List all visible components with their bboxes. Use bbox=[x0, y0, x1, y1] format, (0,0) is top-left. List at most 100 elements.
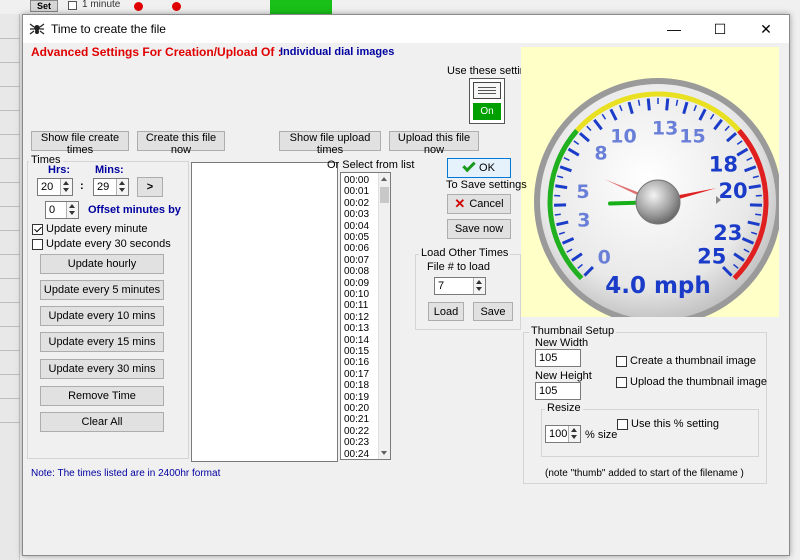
update-every-minute-checkbox[interactable] bbox=[32, 224, 43, 235]
minutes-stepper[interactable]: 29 bbox=[93, 178, 129, 196]
minutes-value: 29 bbox=[97, 181, 110, 193]
show-create-times-button[interactable]: Show file create times bbox=[31, 131, 129, 156]
thumbnail-note: (note "thumb" added to start of the file… bbox=[545, 468, 744, 479]
gauge-readout: 4.0 mph bbox=[605, 273, 711, 299]
list-item[interactable]: 00:24 bbox=[344, 449, 369, 459]
hrs-label: Hrs: bbox=[48, 164, 71, 176]
maximize-button[interactable]: ☐ bbox=[697, 15, 743, 43]
show-upload-times-button[interactable]: Show file upload times bbox=[279, 131, 381, 156]
window-title: Time to create the file bbox=[51, 22, 166, 36]
list-item[interactable]: 00:16 bbox=[344, 357, 369, 368]
add-time-button[interactable]: > bbox=[137, 177, 163, 197]
gauge-tick-label: 0 bbox=[598, 247, 611, 269]
file-number-value: 7 bbox=[438, 280, 445, 292]
save-button[interactable]: Save bbox=[473, 302, 513, 321]
list-item[interactable]: 00:04 bbox=[344, 221, 369, 232]
list-item[interactable]: 00:20 bbox=[344, 403, 369, 414]
load-other-times-title: Load Other Times bbox=[419, 247, 511, 259]
use-settings-toggle[interactable]: On bbox=[469, 78, 505, 124]
new-height-label: New Height bbox=[535, 370, 592, 382]
upload-thumbnail-checkbox[interactable] bbox=[616, 377, 627, 388]
list-item[interactable]: 00:18 bbox=[344, 380, 369, 391]
ok-button[interactable]: OK bbox=[447, 158, 511, 178]
list-item[interactable]: 00:00 bbox=[344, 175, 369, 186]
update-every-15-mins-button[interactable]: Update every 15 mins bbox=[40, 332, 164, 352]
background-red-dot bbox=[134, 2, 143, 11]
file-number-stepper[interactable]: 7 bbox=[434, 277, 486, 295]
use-percent-checkbox[interactable] bbox=[617, 419, 628, 430]
update-every-10-mins-button[interactable]: Update every 10 mins bbox=[40, 306, 164, 326]
background-minute-label: 1 minute bbox=[82, 0, 121, 10]
create-file-now-button[interactable]: Create this file now bbox=[137, 131, 225, 156]
gauge-tick-label: 15 bbox=[679, 125, 705, 147]
time-select-list[interactable]: 00:00 00:01 00:02 00:03 00:04 00:05 00:06 00:07… bbox=[340, 172, 391, 460]
gauge-tick-label: 3 bbox=[577, 210, 590, 232]
list-item[interactable]: 00:13 bbox=[344, 323, 369, 334]
update-every-30-mins-button[interactable]: Update every 30 mins bbox=[40, 359, 164, 379]
select-from-list-label: Or Select from list bbox=[327, 159, 415, 171]
list-item[interactable]: 00:07 bbox=[344, 255, 369, 266]
save-now-button[interactable]: Save now bbox=[447, 219, 511, 239]
scroll-up-icon[interactable] bbox=[381, 177, 387, 181]
list-item[interactable]: 00:12 bbox=[344, 312, 369, 323]
list-item[interactable]: 00:11 bbox=[344, 300, 368, 311]
list-item[interactable]: 00:22 bbox=[344, 426, 369, 437]
gauge-tick-label: 5 bbox=[576, 181, 589, 203]
mins-label: Mins: bbox=[95, 164, 124, 176]
title-bar: Time to create the file — ☐ ✕ bbox=[23, 15, 789, 43]
update-hourly-button[interactable]: Update hourly bbox=[40, 254, 164, 274]
save-settings-label: To Save settings bbox=[446, 179, 527, 191]
minimize-button[interactable]: — bbox=[651, 15, 697, 43]
selected-times-list[interactable] bbox=[191, 162, 338, 462]
list-item[interactable]: 00:08 bbox=[344, 266, 369, 277]
list-item[interactable]: 00:03 bbox=[344, 209, 369, 220]
list-item[interactable]: 00:10 bbox=[344, 289, 369, 300]
create-thumbnail-label: Create a thumbnail image bbox=[630, 355, 756, 367]
list-item[interactable]: 00:09 bbox=[344, 278, 369, 289]
offset-stepper[interactable]: 0 bbox=[45, 201, 79, 219]
new-width-label: New Width bbox=[535, 337, 589, 349]
check-icon bbox=[462, 158, 476, 173]
list-item[interactable]: 00:01 bbox=[344, 186, 369, 197]
new-width-input[interactable]: 105 bbox=[535, 349, 581, 367]
upload-file-now-button[interactable]: Upload this file now bbox=[389, 131, 479, 156]
update-every-30-seconds-checkbox[interactable] bbox=[32, 239, 43, 250]
list-item[interactable]: 00:19 bbox=[344, 392, 369, 403]
use-percent-label: Use this % setting bbox=[631, 418, 720, 430]
background-red-dot bbox=[172, 2, 181, 11]
offset-label: Offset minutes by bbox=[88, 204, 181, 216]
gauge-tick-label: 8 bbox=[594, 143, 607, 165]
list-scrollbar[interactable] bbox=[378, 173, 390, 459]
background-checkbox bbox=[68, 1, 77, 10]
list-item[interactable]: 00:06 bbox=[344, 243, 369, 254]
background-app: Set 1 minute bbox=[0, 0, 800, 14]
remove-time-button[interactable]: Remove Time bbox=[40, 386, 164, 406]
list-item[interactable]: 00:15 bbox=[344, 346, 369, 357]
close-button[interactable]: ✕ bbox=[743, 15, 789, 43]
list-item[interactable]: 00:14 bbox=[344, 335, 369, 346]
gauge-tick bbox=[748, 184, 761, 190]
list-item[interactable]: 00:21 bbox=[344, 414, 369, 425]
create-thumbnail-checkbox[interactable] bbox=[616, 356, 627, 367]
cancel-button[interactable]: ✕ Cancel bbox=[447, 194, 511, 214]
time-colon: : bbox=[80, 180, 84, 192]
list-item[interactable]: 00:05 bbox=[344, 232, 369, 243]
scroll-thumb[interactable] bbox=[380, 187, 389, 203]
clear-all-button[interactable]: Clear All bbox=[40, 412, 164, 432]
list-item[interactable]: 00:23 bbox=[344, 437, 369, 448]
ok-label: OK bbox=[479, 162, 495, 174]
scroll-down-icon[interactable] bbox=[381, 451, 387, 455]
update-every-5-minutes-button[interactable]: Update every 5 minutes bbox=[40, 280, 164, 300]
resize-stepper[interactable]: 100 bbox=[545, 425, 581, 443]
load-button[interactable]: Load bbox=[428, 302, 464, 321]
list-item[interactable]: 00:02 bbox=[344, 198, 369, 209]
speed-dial-image: 03 5810 13 1518 20 2325 4.0 mph bbox=[534, 78, 782, 326]
gauge-preview: 0 3 5 8 10 13 15 18 20 23 25 4.0 mph bbox=[521, 47, 782, 326]
new-height-input[interactable]: 105 bbox=[535, 382, 581, 400]
header-target: Individual dial images bbox=[280, 46, 395, 58]
hours-stepper[interactable]: 20 bbox=[37, 178, 73, 196]
thumbnail-setup-title: Thumbnail Setup bbox=[529, 325, 617, 337]
list-item[interactable]: 00:17 bbox=[344, 369, 369, 380]
cancel-label: Cancel bbox=[469, 198, 504, 210]
resize-title: Resize bbox=[545, 402, 583, 414]
